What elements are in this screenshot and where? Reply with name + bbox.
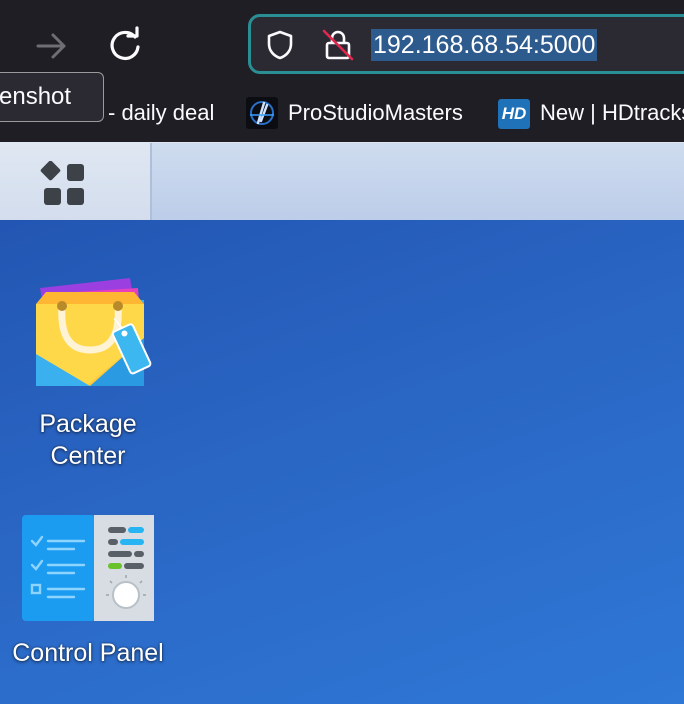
package-center-shortcut[interactable]: Package Center (20, 270, 160, 480)
shield-icon[interactable] (265, 30, 295, 60)
package-center-icon (36, 278, 152, 386)
bookmark-daily-deal[interactable]: - daily deal (108, 90, 214, 138)
forward-arrow-icon[interactable] (34, 28, 70, 64)
tooltip: enshot (0, 72, 104, 122)
insecure-lock-icon[interactable] (321, 28, 355, 62)
reload-icon[interactable] (106, 26, 144, 64)
main-menu-icon (40, 161, 84, 205)
dsm-taskbar (0, 142, 684, 221)
bookmark-label: New | HDtracks (540, 100, 684, 125)
control-panel-shortcut[interactable]: Control Panel (0, 515, 184, 675)
main-menu-button[interactable] (0, 143, 152, 221)
bookmark-label: ProStudioMasters (288, 100, 463, 125)
app-label: Control Panel (12, 639, 164, 667)
bookmark-label: - daily deal (108, 100, 215, 125)
prostudiomasters-icon (246, 97, 278, 129)
hd-icon: HD (498, 99, 530, 129)
url-bar[interactable]: 192.168.68.54:5000 (248, 14, 684, 74)
app-label: Package Center (39, 410, 137, 470)
dsm-desktop: Package Center Control Panel (0, 220, 684, 704)
control-panel-icon (22, 515, 154, 621)
url-text[interactable]: 192.168.68.54:5000 (371, 29, 598, 61)
